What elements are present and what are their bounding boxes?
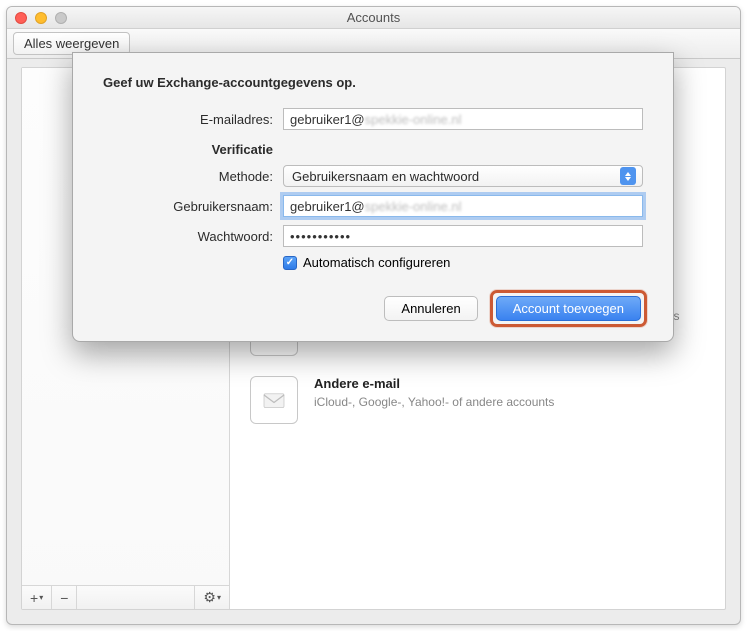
password-field[interactable]: •••••••••••	[283, 225, 643, 247]
zoom-window-icon	[55, 12, 67, 24]
window-controls	[15, 12, 67, 24]
auto-configure-label: Automatisch configureren	[303, 255, 450, 270]
checkmark-icon: ✓	[286, 257, 294, 268]
remove-account-button[interactable]: −	[52, 586, 77, 609]
settings-button[interactable]: ⚙▾	[194, 586, 229, 609]
sheet-button-row: Annuleren Account toevoegen	[384, 290, 647, 327]
username-field[interactable]: gebruiker1@spekkie-online.nl	[283, 195, 643, 217]
verification-section-label: Verificatie	[103, 142, 283, 157]
exchange-account-sheet: Geef uw Exchange-accountgegevens op. E-m…	[72, 52, 674, 342]
plus-icon: +	[30, 590, 38, 606]
method-label: Methode:	[103, 169, 283, 184]
add-account-button[interactable]: +▾	[22, 586, 52, 609]
username-label: Gebruikersnaam:	[103, 199, 283, 214]
sheet-title: Geef uw Exchange-accountgegevens op.	[103, 75, 643, 90]
method-selected-value: Gebruikersnaam en wachtwoord	[292, 169, 479, 184]
email-field[interactable]: gebruiker1@spekkie-online.nl	[283, 108, 643, 130]
mail-icon	[250, 376, 298, 424]
select-arrows-icon	[620, 167, 636, 185]
minimize-window-icon[interactable]	[35, 12, 47, 24]
add-account-highlight: Account toevoegen	[490, 290, 647, 327]
cancel-button[interactable]: Annuleren	[384, 296, 477, 321]
window-title: Accounts	[7, 10, 740, 25]
password-label: Wachtwoord:	[103, 229, 283, 244]
other-title: Andere e-mail	[314, 376, 705, 391]
account-type-other[interactable]: Andere e-mail iCloud-, Google-, Yahoo!- …	[250, 376, 705, 424]
other-subtitle: iCloud-, Google-, Yahoo!- of andere acco…	[314, 394, 705, 411]
method-select[interactable]: Gebruikersnaam en wachtwoord	[283, 165, 643, 187]
gear-icon: ⚙	[203, 589, 216, 606]
titlebar: Accounts	[7, 7, 740, 29]
chevron-down-icon: ▾	[39, 593, 43, 602]
auto-configure-checkbox[interactable]: ✓	[283, 256, 297, 270]
email-label: E-mailadres:	[103, 112, 283, 127]
chevron-down-icon: ▾	[217, 593, 221, 602]
add-account-button[interactable]: Account toevoegen	[496, 296, 641, 321]
close-window-icon[interactable]	[15, 12, 27, 24]
sidebar-footer: +▾ − ⚙▾	[22, 585, 229, 609]
